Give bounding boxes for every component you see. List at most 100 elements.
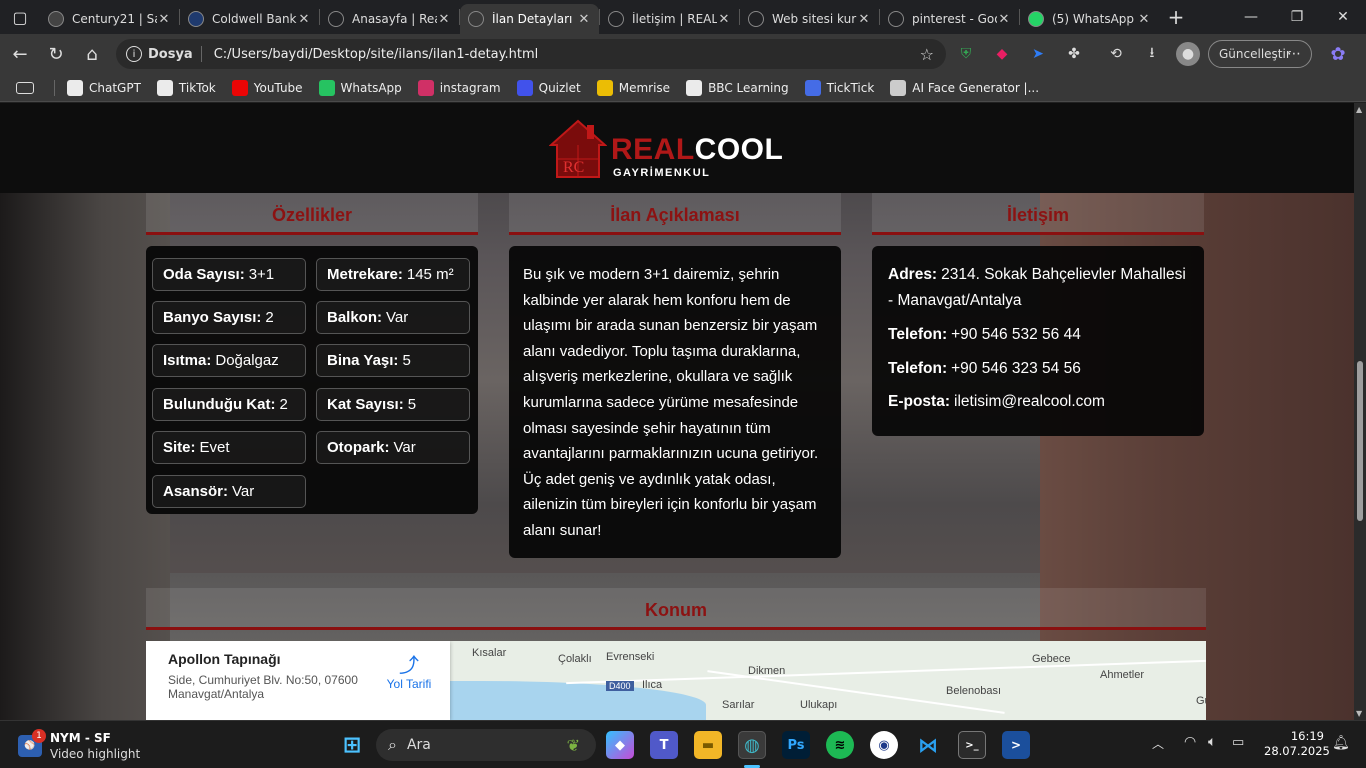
browser-tab[interactable]: Coldwell Bank ✕ <box>180 4 319 34</box>
teams-icon[interactable]: T <box>650 731 678 759</box>
close-tab-icon[interactable]: ✕ <box>997 12 1011 27</box>
copilot-icon[interactable]: ✿ <box>1326 42 1350 66</box>
close-tab-icon[interactable]: ✕ <box>157 12 171 27</box>
bookmark-item[interactable]: Memrise <box>596 79 670 96</box>
site-info-icon[interactable]: i <box>126 46 142 62</box>
clock-time: 16:19 <box>1290 729 1324 743</box>
close-tab-icon[interactable]: ✕ <box>857 12 871 27</box>
refresh-icon[interactable]: ↻ <box>38 38 74 70</box>
home-icon[interactable]: ⌂ <box>74 38 110 70</box>
browser-tab[interactable]: Century21 | Sa ✕ <box>40 4 179 34</box>
bookmark-item[interactable]: instagram <box>417 79 501 96</box>
bookmark-item[interactable]: AI Face Generator |... <box>890 79 1039 96</box>
notification-bell-icon[interactable]: 🔔︎ <box>1332 735 1350 751</box>
extensions-puzzle-icon[interactable]: ✤ <box>1062 42 1086 66</box>
tab-title: Web sitesi kur <box>772 12 857 26</box>
map-label: Güçl <box>1196 695 1206 707</box>
directions-button[interactable]: ⤴ Yol Tarifi <box>384 655 434 691</box>
bookmark-item[interactable]: TikTok <box>156 79 216 96</box>
browser-tab[interactable]: İlan Detayları | ✕ <box>460 4 599 34</box>
download-icon[interactable]: ⭳ <box>1140 42 1164 66</box>
bookmark-item[interactable]: ChatGPT <box>67 79 141 96</box>
volume-icon[interactable]: 🔈︎ <box>1208 734 1216 750</box>
feature-value: 5 <box>402 352 411 369</box>
taskbar-search[interactable]: ⌕ Ara ❦ <box>376 729 596 761</box>
feature-label: Bulunduğu Kat: <box>163 396 276 413</box>
feature-label: Balkon: <box>327 309 383 326</box>
edge-browser-icon[interactable]: ◍ <box>738 731 766 759</box>
contact-phone-2-value[interactable]: +90 546 323 54 56 <box>951 360 1081 377</box>
copilot-taskbar-icon[interactable]: ◆ <box>606 731 634 759</box>
workspaces-icon[interactable]: ▢ <box>0 0 40 34</box>
bookmark-item[interactable]: WhatsApp <box>318 79 402 96</box>
cursor-extension-icon[interactable]: ➤ <box>1026 42 1050 66</box>
bookmark-item[interactable]: YouTube <box>231 79 303 96</box>
profile-avatar[interactable]: ● <box>1176 42 1200 66</box>
battery-icon[interactable]: ▭ <box>1232 735 1244 750</box>
logo-cool-text: COOL <box>694 133 784 166</box>
map-label: Çolaklı <box>558 653 592 665</box>
bookmark-item[interactable]: BBC Learning <box>686 79 789 96</box>
file-explorer-icon[interactable]: ▬ <box>694 731 722 759</box>
system-clock[interactable]: 16:19 28.07.2025 <box>1264 729 1330 759</box>
favorite-star-icon[interactable]: ☆ <box>920 45 934 64</box>
ublock-extension-icon[interactable]: ◆ <box>990 42 1014 66</box>
realcool-logo[interactable]: RC REALCOOL GAYRİMENKUL <box>549 113 805 183</box>
contact-heading-text: İletişim <box>1006 205 1070 225</box>
scroll-down-icon[interactable]: ▼ <box>1356 709 1362 718</box>
news-widget[interactable]: ⚾ 1 NYM - SF Video highlight <box>18 729 168 763</box>
logo-subtitle: GAYRİMENKUL <box>613 167 711 179</box>
browser-tab[interactable]: İletişim | REALC ✕ <box>600 4 739 34</box>
logo-wordmark: REALCOOL <box>611 135 783 165</box>
browser-tab[interactable]: Web sitesi kur ✕ <box>740 4 879 34</box>
powershell-icon[interactable]: > <box>1002 731 1030 759</box>
close-window-icon[interactable]: ✕ <box>1320 0 1366 34</box>
address-bar[interactable]: i Dosya C:/Users/baydi/Desktop/site/ilan… <box>116 39 946 69</box>
terminal-icon[interactable]: >_ <box>958 731 986 759</box>
start-windows-icon[interactable]: ⊞ <box>338 731 366 759</box>
scroll-up-icon[interactable]: ▲ <box>1356 105 1362 114</box>
map-label: Dikmen <box>748 665 786 677</box>
location-map[interactable]: Kısalar Çolaklı Evrenseki D400 Ilıca Dikmen Sa… <box>146 641 1206 720</box>
bookmark-item[interactable]: TickTick <box>804 79 875 96</box>
browser-tab[interactable]: Anasayfa | Rea ✕ <box>320 4 459 34</box>
history-icon[interactable]: ⟲ <box>1104 42 1128 66</box>
close-tab-icon[interactable]: ✕ <box>577 12 591 27</box>
close-tab-icon[interactable]: ✕ <box>717 12 731 27</box>
more-options-icon[interactable]: ⋯ <box>1287 46 1301 62</box>
contact-email-value[interactable]: iletisim@realcool.com <box>954 393 1105 410</box>
feature-label: Asansör: <box>163 483 229 500</box>
browser-tab[interactable]: pinterest - Goo ✕ <box>880 4 1019 34</box>
features-heading: Özellikler <box>146 193 478 235</box>
century21-favicon <box>48 11 64 27</box>
spotify-icon[interactable]: ≋ <box>826 731 854 759</box>
vscode-icon[interactable]: ⋈ <box>914 731 942 759</box>
browser-tab[interactable]: (5) WhatsApp ✕ <box>1020 4 1159 34</box>
close-tab-icon[interactable]: ✕ <box>1137 12 1151 27</box>
bookmark-label: TickTick <box>826 80 875 95</box>
minimize-icon[interactable]: — <box>1228 0 1274 34</box>
tab-actions-icon[interactable] <box>16 81 34 94</box>
close-tab-icon[interactable]: ✕ <box>437 12 451 27</box>
tab-title: İlan Detayları | <box>492 12 577 26</box>
address-url[interactable]: C:/Users/baydi/Desktop/site/ilans/ilan1-… <box>214 47 539 62</box>
bookmark-item[interactable]: Quizlet <box>516 79 581 96</box>
page-scrollbar[interactable]: ▲ ▼ <box>1354 103 1366 720</box>
update-label: Güncelleştir <box>1219 47 1291 61</box>
back-icon[interactable]: ← <box>2 38 38 70</box>
contact-phone-1-value[interactable]: +90 546 532 56 44 <box>951 326 1081 343</box>
tray-overflow-icon[interactable]: ︿ <box>1152 735 1164 752</box>
shield-extension-icon[interactable]: ⛨ <box>954 42 978 66</box>
scrollbar-thumb[interactable] <box>1357 361 1363 521</box>
photoshop-icon[interactable]: Ps <box>782 731 810 759</box>
contact-heading: İletişim <box>872 193 1204 235</box>
wifi-icon[interactable]: ◠ <box>1184 734 1196 750</box>
obsidian-icon[interactable]: ◉ <box>870 731 898 759</box>
location-heading-text: Konum <box>645 600 707 620</box>
close-tab-icon[interactable]: ✕ <box>297 12 311 27</box>
feature-label: Otopark: <box>327 439 390 456</box>
update-button[interactable]: Güncelleştir ⋯ <box>1208 40 1312 68</box>
restore-icon[interactable]: ❐ <box>1274 0 1320 34</box>
new-tab-button[interactable]: + <box>1159 5 1193 29</box>
contact-address: Adres: 2314. Sokak Bahçelievler Mahallesi… <box>888 262 1194 314</box>
